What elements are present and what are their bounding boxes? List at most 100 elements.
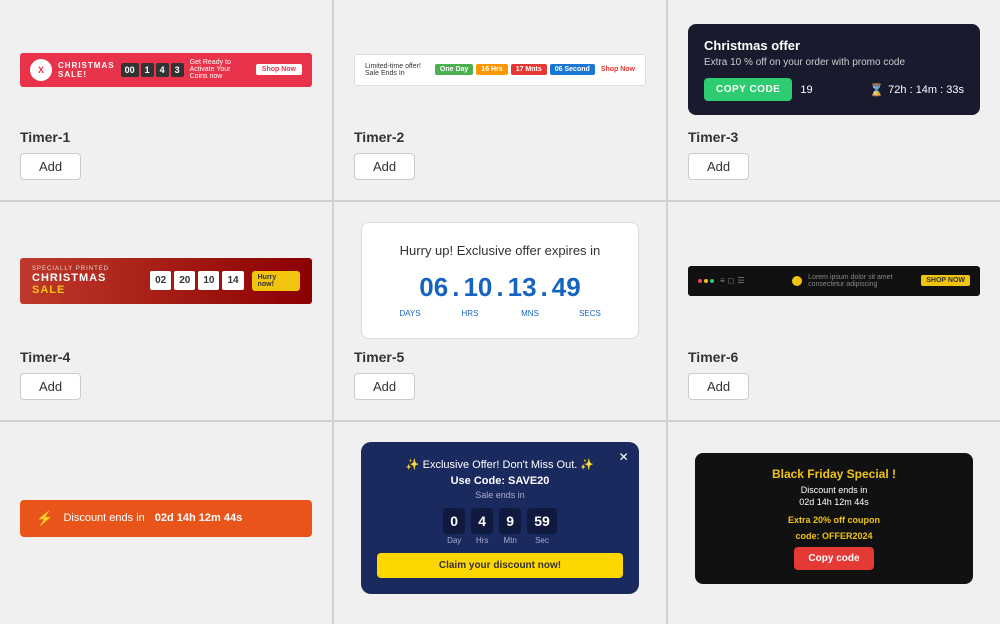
timer6-preview: ≡ ◻ ☰ Lorem ipsum dolor sit amet consect… [688, 222, 980, 339]
timer3-preview: Christmas offer Extra 10 % off on your o… [688, 20, 980, 119]
timer4-box-2: 20 [174, 271, 195, 290]
timer2-shop[interactable]: Shop Now [601, 66, 635, 73]
timer5-spacer-2 [492, 309, 508, 318]
timer1-shop-btn[interactable]: Shop Now [256, 64, 302, 75]
timer1-boxes: 00 1 4 3 [121, 63, 184, 77]
timer2-block-2: 16 Hrs [476, 64, 507, 75]
timer5-cell: Hurry up! Exclusive offer expires in 06 … [334, 202, 666, 420]
timer5-label-mns: MNS [512, 309, 548, 318]
timer8-claim-btn[interactable]: Claim your discount now! [377, 553, 622, 578]
timer4-box-4: 14 [222, 271, 243, 290]
timer5-digits: 06 . 10 . 13 . 49 [382, 272, 617, 303]
timer9-card: Black Friday Special ! Discount ends in … [695, 453, 972, 584]
timer4-add-button[interactable]: Add [20, 373, 81, 400]
timer9-coupon-text: Extra 20% off coupon [709, 515, 958, 525]
timer5-label-days: DAYS [392, 309, 428, 318]
timer5-days: 06 [419, 272, 448, 303]
timer8-boxes-sec: 59 [527, 508, 557, 534]
timer2-blocks: One Day 16 Hrs 17 Mnts 06 Second [435, 64, 595, 75]
timer6-shop-btn[interactable]: SHOP NOW [921, 275, 970, 286]
timer6-icon-3: ☰ [737, 276, 744, 285]
timer7-bar: ⚡ Discount ends in 02d 14h 12m 44s [20, 500, 312, 537]
timer5-add-button[interactable]: Add [354, 373, 415, 400]
timer4-box-3: 10 [198, 271, 219, 290]
timer3-time: 72h : 14m : 33s [888, 84, 964, 96]
timer2-text: Limited-time offer! Sale Ends In [365, 63, 429, 77]
timer5-preview: Hurry up! Exclusive offer expires in 06 … [354, 222, 646, 339]
timer5-hrs: 10 [463, 272, 492, 303]
timer5-heading: Hurry up! Exclusive offer expires in [382, 243, 617, 258]
timer1-box-4: 3 [171, 63, 184, 77]
timer9-countdown: 02d 14h 12m 44s [709, 497, 958, 507]
bolt-icon: ⚡ [36, 510, 53, 527]
timer4-left: SPECIALLY PRINTED CHRISTMAS SALE [32, 266, 142, 296]
timer6-green-dot [710, 279, 714, 283]
timer5-label: Timer-5 [354, 349, 404, 365]
timer6-bar: ≡ ◻ ☰ Lorem ipsum dolor sit amet consect… [688, 266, 980, 296]
timer4-box-1: 02 [150, 271, 171, 290]
timer5-spacer-1 [432, 309, 448, 318]
timer4-bar: SPECIALLY PRINTED CHRISTMAS SALE 02 20 1… [20, 258, 312, 304]
timer8-day: 0 [443, 508, 465, 534]
timer5-label-hrs: HRS [452, 309, 488, 318]
timer1-box-2: 1 [141, 63, 154, 77]
timer9-extra-text: Extra 20% off coupon [788, 515, 880, 525]
timer6-cell: ≡ ◻ ☰ Lorem ipsum dolor sit amet consect… [668, 202, 1000, 420]
timer8-boxes-hrs: 4 [471, 508, 493, 534]
timer4-boxes: 02 20 10 14 [150, 271, 244, 290]
timer8-group-day: 0 Day [443, 508, 465, 545]
timer6-add-button[interactable]: Add [688, 373, 749, 400]
timer6-traffic-lights [698, 279, 714, 283]
timer3-cell: Christmas offer Extra 10 % off on your o… [668, 0, 1000, 200]
timer6-toolbar-icons: ≡ ◻ ☰ [720, 276, 744, 285]
timer7-cell: ⚡ Discount ends in 02d 14h 12m 44s [0, 422, 332, 624]
timer9-cell: Black Friday Special ! Discount ends in … [668, 422, 1000, 624]
timer1-logo-text: X [38, 65, 44, 75]
timer2-label: Timer-2 [354, 129, 404, 145]
timer2-block-4: 06 Second [550, 64, 595, 75]
timer8-group-mtn: 9 Mtn [499, 508, 521, 545]
timer9-copy-btn[interactable]: Copy code [794, 547, 873, 570]
timer3-add-button[interactable]: Add [688, 153, 749, 180]
timer6-red-dot [698, 279, 702, 283]
timer8-preview: ✕ ✨ Exclusive Offer! Don't Miss Out. ✨ U… [354, 442, 646, 594]
timer1-bar: X CHRISTMAS SALE! 00 1 4 3 Get Ready to … [20, 53, 312, 87]
timer6-yellow-dot [704, 279, 708, 283]
timer1-logo: X [30, 59, 52, 81]
timer3-countdown: ⌛ 72h : 14m : 33s [869, 83, 964, 97]
timer1-box-3: 4 [156, 63, 169, 77]
timer3-bottom: COPY CODE 19 ⌛ 72h : 14m : 33s [704, 78, 964, 101]
timer4-title: CHRISTMAS SALE [32, 272, 142, 296]
timer8-close-btn[interactable]: ✕ [619, 450, 629, 464]
timer6-logo-circle [792, 276, 802, 286]
timer7-countdown: 02d 14h 12m 44s [155, 512, 242, 524]
timer4-preview: SPECIALLY PRINTED CHRISTMAS SALE 02 20 1… [20, 222, 312, 339]
timer5-card: Hurry up! Exclusive offer expires in 06 … [361, 222, 638, 339]
timer5-dot-1: . [452, 272, 459, 303]
timer8-card: ✕ ✨ Exclusive Offer! Don't Miss Out. ✨ U… [361, 442, 638, 594]
timer2-cell: Limited-time offer! Sale Ends In One Day… [334, 0, 666, 200]
timer8-digits: 0 Day 4 Hrs 9 Mtn [377, 508, 622, 545]
timer5-dot-3: . [541, 272, 548, 303]
timer4-hurry-btn[interactable]: Hurry now! [252, 271, 300, 291]
timer7-preview: ⚡ Discount ends in 02d 14h 12m 44s [20, 442, 312, 594]
timer6-promo-text: Lorem ipsum dolor sit amet consectetur a… [808, 274, 915, 288]
timer5-dot-2: . [496, 272, 503, 303]
timer8-mtn: 9 [499, 508, 521, 534]
timer9-card-title: Black Friday Special ! [709, 467, 958, 481]
timer2-bar: Limited-time offer! Sale Ends In One Day… [354, 54, 646, 86]
timer3-card-title: Christmas offer [704, 38, 964, 53]
timer3-label: Timer-3 [688, 129, 738, 145]
timer6-icon-2: ◻ [728, 276, 735, 285]
timer1-label: Timer-1 [20, 129, 70, 145]
timer8-boxes-mtn: 9 [499, 508, 521, 534]
timer2-block-1: One Day [435, 64, 473, 75]
timer4-title-accent: SALE [32, 284, 65, 296]
timer1-add-button[interactable]: Add [20, 153, 81, 180]
timer2-add-button[interactable]: Add [354, 153, 415, 180]
timer3-card-subtitle: Extra 10 % off on your order with promo … [704, 57, 964, 68]
timer1-preview: X CHRISTMAS SALE! 00 1 4 3 Get Ready to … [20, 20, 312, 119]
timer2-block-3: 17 Mnts [511, 64, 547, 75]
timer3-copy-btn[interactable]: COPY CODE [704, 78, 792, 101]
timer8-unit-hrs: Hrs [476, 536, 488, 545]
